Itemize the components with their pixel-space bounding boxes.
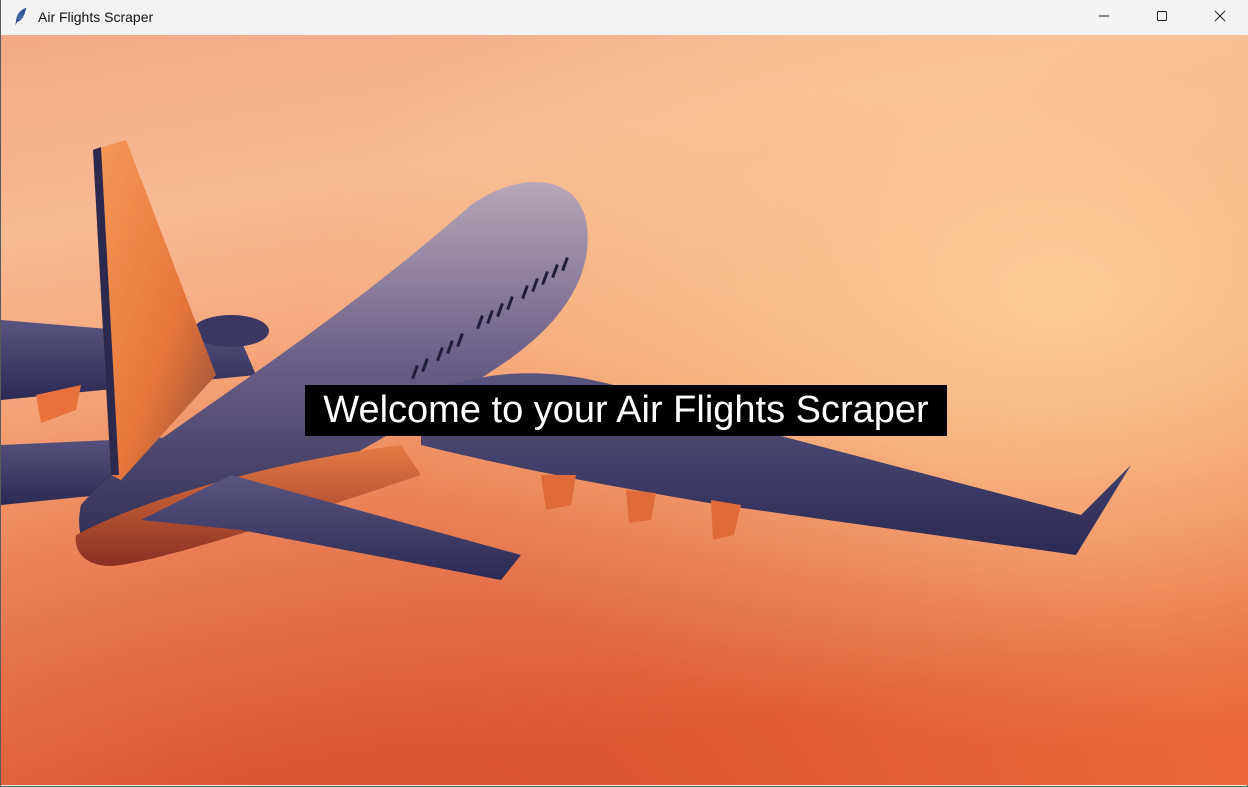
app-window: Air Flights Scraper Welcome to your Air … [0, 0, 1248, 787]
main-canvas: Welcome to your Air Flights Scraper [1, 35, 1248, 785]
feather-icon [13, 7, 29, 27]
title-bar[interactable]: Air Flights Scraper [1, 0, 1248, 35]
close-button[interactable] [1191, 0, 1248, 35]
close-icon [1214, 9, 1226, 27]
minimize-icon [1098, 9, 1110, 27]
minimize-button[interactable] [1075, 0, 1133, 35]
maximize-button[interactable] [1133, 0, 1191, 35]
window-title: Air Flights Scraper [38, 9, 154, 25]
maximize-icon [1156, 9, 1168, 27]
welcome-label: Welcome to your Air Flights Scraper [305, 385, 947, 436]
